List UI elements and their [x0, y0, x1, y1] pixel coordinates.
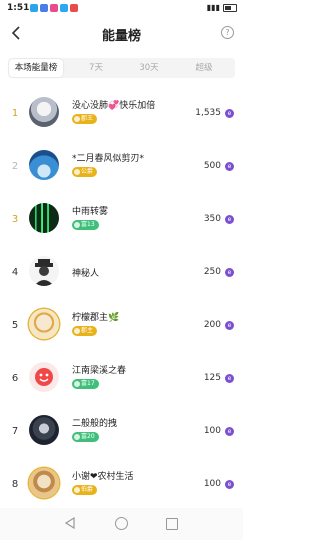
- header: 能量榜 ?: [0, 20, 243, 46]
- energy-score: 125: [203, 373, 221, 383]
- avatar[interactable]: [29, 309, 59, 339]
- energy-score: 100: [203, 479, 221, 489]
- tab-7-days[interactable]: 7天: [71, 58, 121, 78]
- avatar[interactable]: [29, 468, 59, 498]
- user-name: 柠檬郡主🌿: [72, 313, 120, 323]
- ranking-tabs: 本场能量榜 7天 30天 超级: [8, 58, 235, 78]
- nav-recent-apps-icon[interactable]: [166, 518, 178, 530]
- wealth-icon: [74, 381, 80, 387]
- list-item[interactable]: 5 柠檬郡主🌿 郡主 200 e: [0, 304, 243, 354]
- rank-number: 3: [11, 214, 19, 225]
- avatar[interactable]: [29, 415, 59, 445]
- coin-icon: e: [225, 215, 234, 224]
- wealth-icon: [74, 434, 80, 440]
- avatar[interactable]: [29, 150, 59, 180]
- user-name: 小谢❤农村生活: [72, 472, 134, 482]
- energy-score: 200: [203, 320, 221, 330]
- coin-icon: e: [225, 321, 234, 330]
- user-name: *二月春风似剪刃*: [72, 154, 145, 164]
- level-badge: 郡主: [72, 326, 98, 336]
- energy-score: 1,535: [195, 108, 221, 118]
- nav-back-icon[interactable]: [64, 517, 76, 529]
- tab-current-session[interactable]: 本场能量榜: [9, 59, 63, 77]
- crown-icon: [74, 116, 80, 122]
- page-title: 能量榜: [101, 29, 141, 44]
- status-bar: 1:51 ▮▮▮: [0, 0, 243, 18]
- app-notification-icon: [60, 4, 68, 12]
- crown-icon: [74, 487, 80, 493]
- level-badge: 郡王: [72, 114, 98, 124]
- coin-icon: e: [225, 374, 234, 383]
- badge-label: 郡王: [81, 115, 94, 122]
- list-item[interactable]: 6 江南梁溪之春 富17 125 e: [0, 357, 243, 407]
- badge-label: 伯爵: [81, 486, 94, 493]
- notification-icons: [30, 4, 78, 12]
- rank-number: 4: [11, 267, 19, 278]
- energy-score: 500: [203, 161, 221, 171]
- coin-icon: e: [225, 268, 234, 277]
- coin-icon: e: [225, 427, 234, 436]
- user-name: 中雨转雾: [72, 207, 109, 217]
- user-name: 二般般的拽: [72, 419, 118, 429]
- energy-score: 100: [203, 426, 221, 436]
- level-badge: 伯爵: [72, 485, 98, 495]
- app-notification-icon: [70, 4, 78, 12]
- tab-30-days[interactable]: 30天: [124, 58, 174, 78]
- coin-icon: e: [225, 109, 234, 118]
- help-icon[interactable]: ?: [221, 26, 234, 39]
- rank-number: 1: [11, 108, 19, 119]
- battery-icon: [223, 3, 237, 12]
- badge-label: 郡主: [81, 327, 94, 334]
- signal-icon: ▮▮▮: [206, 3, 220, 12]
- tab-super[interactable]: 超级: [179, 58, 229, 78]
- app-notification-icon: [40, 4, 48, 12]
- badge-label: 公爵: [81, 168, 94, 175]
- list-item[interactable]: 7 二般般的拽 富20 100 e: [0, 410, 243, 460]
- energy-score: 350: [203, 214, 221, 224]
- coin-icon: e: [225, 162, 234, 171]
- level-badge: 公爵: [72, 167, 98, 177]
- user-name: 江南梁溪之春: [72, 366, 127, 376]
- user-name: 神秘人: [72, 269, 100, 279]
- energy-score: 250: [203, 267, 221, 277]
- system-navigation-bar: [0, 508, 243, 540]
- user-name: 没心没肺💞快乐加倍: [72, 101, 156, 111]
- avatar[interactable]: [29, 203, 59, 233]
- mystery-user-avatar[interactable]: [29, 256, 59, 286]
- rank-number: 5: [11, 320, 19, 331]
- level-badge: 富17: [72, 379, 99, 389]
- app-notification-icon: [50, 4, 58, 12]
- mystery-person-icon: [34, 259, 54, 286]
- badge-label: 富17: [81, 380, 95, 387]
- app-notification-icon: [30, 4, 38, 12]
- avatar[interactable]: [29, 362, 59, 392]
- list-item[interactable]: 8 小谢❤农村生活 伯爵 100 e: [0, 463, 243, 513]
- rank-number: 7: [11, 426, 19, 437]
- list-item[interactable]: 1 没心没肺💞快乐加倍 郡王 1,535 e: [0, 92, 243, 142]
- avatar[interactable]: [29, 97, 59, 127]
- badge-label: 富20: [81, 433, 95, 440]
- nav-home-icon[interactable]: [115, 517, 128, 530]
- coin-icon: e: [225, 480, 234, 489]
- level-badge: 富13: [72, 220, 99, 230]
- crown-icon: [74, 328, 80, 334]
- crown-icon: [74, 169, 80, 175]
- status-time: 1:51: [7, 3, 30, 13]
- level-badge: 富20: [72, 432, 99, 442]
- rank-number: 6: [11, 373, 19, 384]
- wealth-icon: [74, 222, 80, 228]
- badge-label: 富13: [81, 221, 95, 228]
- status-indicators: ▮▮▮: [207, 3, 237, 12]
- rank-number: 2: [11, 161, 19, 172]
- rank-number: 8: [11, 479, 19, 490]
- list-item[interactable]: 4 神秘人 250 e: [0, 251, 243, 301]
- face-icon: [35, 368, 53, 386]
- list-item[interactable]: 3 中雨转雾 富13 350 e: [0, 198, 243, 248]
- list-item[interactable]: 2 *二月春风似剪刃* 公爵 500 e: [0, 145, 243, 195]
